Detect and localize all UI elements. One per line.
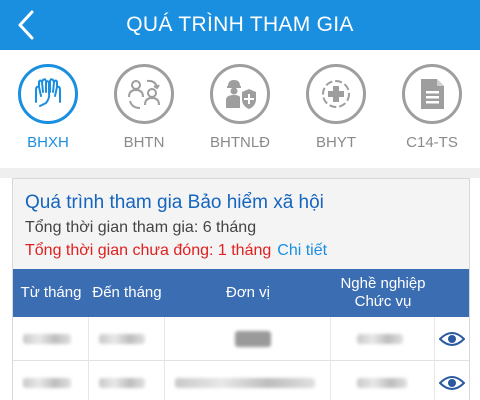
cell-occupation [331,317,435,361]
tab-bhtn-label: BHTN [123,134,165,151]
document-icon [421,79,444,109]
unpaid-time-line: Tổng thời gian chưa đóng: 1 tháng Chi tiế… [25,240,457,261]
tab-c14ts-circle [402,64,462,124]
tab-bhtnld[interactable]: BHTNLĐ [200,64,280,164]
header-from-month: Từ tháng [20,284,82,301]
tab-bhtn-circle [114,64,174,124]
header-position: Chức vụ [354,293,412,310]
eye-icon [439,332,465,346]
header-unit: Đơn vị [225,284,270,301]
tab-bhxh[interactable]: BHXH [8,64,88,164]
back-button[interactable] [12,8,40,42]
medical-cross-icon [322,80,350,108]
participation-summary: Quá trình tham gia Bảo hiểm xã hội Tổng … [13,179,469,269]
view-details-button[interactable] [435,317,469,361]
page-title: QUÁ TRÌNH THAM GIA [126,13,354,36]
cell-from-month [13,317,89,361]
tab-bhxh-circle [18,64,78,124]
table-header: Từ tháng Đến tháng Đơn vị Nghề nghiệp Ch… [13,269,469,317]
unpaid-time-text: Tổng thời gian chưa đóng: 1 tháng [25,242,272,259]
participation-card: Quá trình tham gia Bảo hiểm xã hội Tổng … [12,178,470,400]
tab-bhyt[interactable]: BHYT [296,64,376,164]
worker-shield-icon [226,80,256,109]
header-to-month: Đến tháng [92,284,162,301]
cell-occupation [331,361,435,400]
tab-bhyt-label: BHYT [315,134,356,151]
table-row[interactable] [13,317,469,361]
tab-bhtn[interactable]: BHTN [104,64,184,164]
tab-c14ts[interactable]: C14-TS [392,64,472,164]
cell-to-month [89,317,165,361]
eye-icon [439,376,465,390]
detail-link[interactable]: Chi tiết [277,242,327,259]
cell-unit [165,317,331,361]
section-divider [0,168,480,178]
header-occupation-position: Nghề nghiệp Chức vụ [331,269,435,317]
tab-bhtnld-label: BHTNLĐ [209,134,270,151]
tab-bhyt-circle [306,64,366,124]
people-cycle-icon [128,79,160,109]
chevron-left-icon [18,10,34,40]
cell-from-month [13,361,89,400]
tab-bhtnld-circle [210,64,270,124]
total-time-text: Tổng thời gian tham gia: 6 tháng [25,219,257,236]
summary-title: Quá trình tham gia Bảo hiểm xã hội [25,192,324,213]
tab-bhxh-label: BHXH [27,134,69,151]
tab-c14ts-label: C14-TS [406,134,458,151]
table-row[interactable] [13,361,469,400]
insurance-tabs: BHXH BHTN BHTNLĐ BHYT C14-TS [0,50,480,168]
cell-to-month [89,361,165,400]
hands-icon [35,78,61,107]
header-occupation: Nghề nghiệp [340,275,426,292]
app-header: QUÁ TRÌNH THAM GIA [0,0,480,50]
view-details-button[interactable] [435,361,469,400]
cell-unit [165,361,331,400]
